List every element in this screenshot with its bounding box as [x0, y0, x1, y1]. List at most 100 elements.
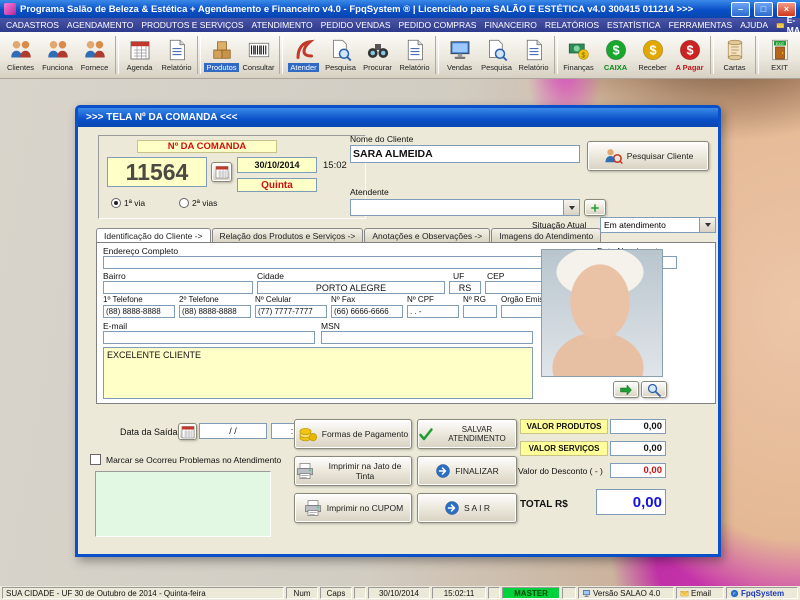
toolbar-button-produtos[interactable]: Produtos	[203, 34, 240, 77]
comanda-number-field[interactable]: 11564	[107, 157, 207, 187]
client-name-label: Nome do Cliente	[350, 134, 413, 144]
menu-item-produtos-servicos[interactable]: PRODUTOS E SERVIÇOS	[141, 20, 243, 30]
toolbar-button-agenda[interactable]: Agenda	[121, 34, 158, 77]
status-brand: FpqSystem	[726, 587, 798, 599]
coins-icon	[298, 424, 318, 444]
toolbar-button-pesquisa-vendas[interactable]: Pesquisa	[478, 34, 515, 77]
menu-item-pedido-compras[interactable]: PEDIDO COMPRAS	[399, 20, 477, 30]
toolbar-label: Consultar	[242, 63, 274, 72]
tab-anotacoes[interactable]: Anotações e Observações ->	[364, 228, 490, 242]
problema-checkbox[interactable]	[90, 454, 101, 465]
comanda-time: 15:02	[323, 160, 347, 171]
client-name-field[interactable]: SARA ALMEIDA	[350, 145, 580, 163]
menu-item-ferramentas[interactable]: FERRAMENTAS	[669, 20, 733, 30]
menu-item-financeiro[interactable]: FINANCEIRO	[484, 20, 536, 30]
bairro-field[interactable]	[103, 281, 253, 294]
dialog-title-bar[interactable]: >>> TELA Nº DA COMANDA <<<	[78, 108, 718, 127]
situacao-dropdown[interactable]: Em atendimento	[600, 217, 716, 233]
toolbar-button-atender[interactable]: Atender	[285, 34, 322, 77]
saida-date-field[interactable]: / /	[199, 423, 267, 439]
toolbar-button-funcionarios[interactable]: Funciona	[39, 34, 76, 77]
cep-label: CEP	[487, 271, 504, 281]
menu-item-cadastros[interactable]: CADASTROS	[6, 20, 59, 30]
saida-calendar-button[interactable]	[178, 423, 197, 440]
load-photo-button[interactable]	[613, 381, 639, 398]
chevron-down-icon[interactable]	[699, 218, 715, 232]
tab-imagens[interactable]: Imagens do Atendimento	[491, 228, 601, 242]
finance-icon	[567, 38, 591, 62]
toolbar-label: Cartas	[723, 63, 745, 72]
minimize-button[interactable]: –	[731, 2, 750, 17]
menu-item-atendimento[interactable]: ATENDIMENTO	[252, 20, 313, 30]
menu-item-relatorios[interactable]: RELATÓRIOS	[545, 20, 599, 30]
cidade-field[interactable]: PORTO ALEGRE	[257, 281, 445, 294]
toolbar-button-relatorio-atendimento[interactable]: Relatório	[396, 34, 433, 77]
status-email[interactable]: Email	[676, 587, 724, 599]
via2-label: 2ª vias	[192, 198, 217, 208]
desconto-field[interactable]: 0,00	[610, 463, 666, 478]
endereco-field[interactable]	[103, 256, 589, 269]
imprimir-jato-button[interactable]: Imprimir na Jato de Tinta	[294, 456, 412, 486]
salvar-atendimento-button[interactable]: SALVAR ATENDIMENTO	[417, 419, 517, 449]
finalizar-button[interactable]: FINALIZAR	[417, 456, 517, 486]
toolbar-button-caixa[interactable]: CAIXA	[597, 34, 634, 77]
observacao-field[interactable]: EXCELENTE CLIENTE	[103, 347, 533, 399]
radio-dot-icon	[111, 198, 121, 208]
status-num-lock: Num	[286, 587, 318, 599]
status-spacer	[562, 587, 576, 599]
toolbar-button-fornecedores[interactable]: Fornece	[76, 34, 113, 77]
toolbar-button-pesquisa-atendimento[interactable]: Pesquisa	[322, 34, 359, 77]
cpf-field[interactable]: . . -	[407, 305, 459, 318]
tel1-field[interactable]: (88) 8888-8888	[103, 305, 175, 318]
tab-identificacao[interactable]: Identificação do Cliente ->	[96, 228, 211, 243]
menu-item-estatistica[interactable]: ESTATÍSTICA	[607, 20, 661, 30]
valor-servicos-label: VALOR SERVIÇOS	[520, 441, 608, 456]
monitor-icon	[582, 589, 591, 598]
menu-item-ajuda[interactable]: AJUDA	[740, 20, 768, 30]
toolbar-button-relatorio-agenda[interactable]: Relatório	[158, 34, 195, 77]
toolbar-button-a-pagar[interactable]: A Pagar	[671, 34, 708, 77]
via2-radio[interactable]: 2ª vias	[179, 198, 217, 208]
chevron-down-icon[interactable]	[563, 200, 579, 215]
tab-strip: Identificação do Cliente -> Relação dos …	[96, 225, 602, 242]
email-field[interactable]	[103, 331, 315, 344]
menu-item-pedido-vendas[interactable]: PEDIDO VENDAS	[321, 20, 391, 30]
uf-field[interactable]: RS	[449, 281, 481, 294]
search-client-button[interactable]: Pesquisar Cliente	[587, 141, 709, 171]
toolbar-button-exit[interactable]: EXIT	[761, 34, 798, 77]
comanda-date-field[interactable]: 30/10/2014	[237, 157, 317, 173]
status-date: 30/10/2014	[368, 587, 430, 599]
toolbar-button-relatorio-vendas[interactable]: Relatório	[515, 34, 552, 77]
celular-field[interactable]: (77) 7777-7777	[255, 305, 327, 318]
imprimir-cupom-label: Imprimir no CUPOM	[327, 503, 404, 513]
rg-field[interactable]	[463, 305, 497, 318]
tel2-field[interactable]: (88) 8888-8888	[179, 305, 251, 318]
toolbar-separator	[710, 36, 714, 74]
toolbar-button-consultar[interactable]: Consultar	[240, 34, 277, 77]
msn-field[interactable]	[321, 331, 533, 344]
status-user-badge: MASTER	[502, 587, 560, 599]
toolbar-button-procurar[interactable]: Procurar	[359, 34, 396, 77]
atendente-dropdown[interactable]	[350, 199, 580, 216]
toolbar-button-receber[interactable]: Receber	[634, 34, 671, 77]
add-atendente-button[interactable]	[584, 199, 606, 216]
tel2-label: 2º Telefone	[179, 295, 219, 304]
imprimir-cupom-button[interactable]: Imprimir no CUPOM	[294, 493, 412, 523]
formas-pagamento-label: Formas de Pagamento	[322, 429, 408, 439]
toolbar-button-vendas[interactable]: Vendas	[441, 34, 478, 77]
fax-field[interactable]: (66) 6666-6666	[331, 305, 403, 318]
zoom-photo-button[interactable]	[641, 381, 667, 398]
comanda-calendar-button[interactable]	[211, 162, 232, 182]
problema-notes-field[interactable]	[95, 471, 271, 537]
tab-produtos-servicos[interactable]: Relação dos Produtos e Serviços ->	[212, 228, 364, 242]
sair-button[interactable]: S A I R	[417, 493, 517, 523]
menu-item-agendamento[interactable]: AGENDAMENTO	[67, 20, 133, 30]
toolbar-button-financas[interactable]: Finanças	[560, 34, 597, 77]
via1-radio[interactable]: 1ª via	[111, 198, 145, 208]
formas-pagamento-button[interactable]: Formas de Pagamento	[294, 419, 412, 449]
toolbar-button-clientes[interactable]: Clientes	[2, 34, 39, 77]
toolbar-button-cartas[interactable]: Cartas	[716, 34, 753, 77]
comanda-dialog: >>> TELA Nº DA COMANDA <<< Nº DA COMANDA…	[75, 105, 721, 557]
maximize-button[interactable]: □	[754, 2, 773, 17]
atendente-label: Atendente	[350, 187, 389, 197]
